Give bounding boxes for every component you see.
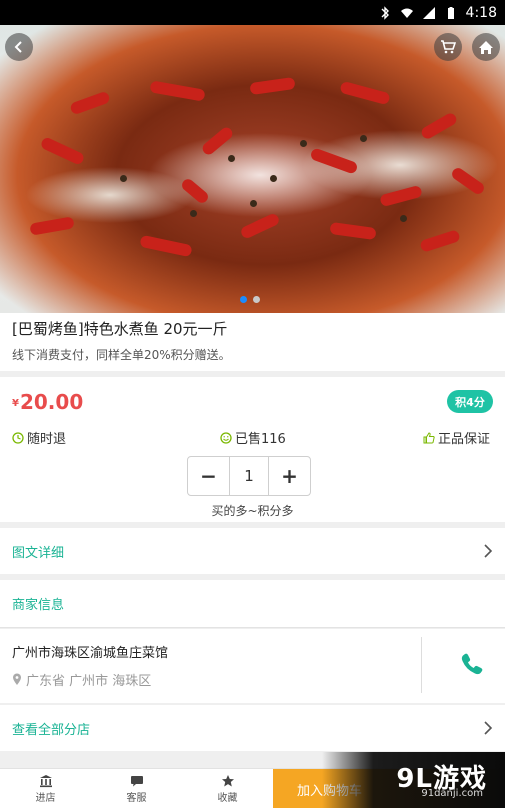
chat-icon bbox=[130, 775, 143, 786]
points-badge: 积4分 bbox=[447, 390, 493, 413]
cart-icon bbox=[441, 40, 456, 54]
smile-icon bbox=[220, 431, 232, 444]
home-icon bbox=[479, 40, 493, 54]
battery-icon bbox=[447, 6, 454, 19]
increase-button[interactable]: + bbox=[269, 457, 310, 495]
back-button[interactable] bbox=[5, 33, 33, 61]
wifi-icon bbox=[400, 8, 413, 18]
quantity-hint: 买的多~积分多 bbox=[211, 504, 294, 518]
cart-button[interactable] bbox=[434, 33, 462, 61]
feature-sold: 已售116 bbox=[220, 428, 286, 447]
currency-symbol: ¥ bbox=[12, 398, 19, 409]
all-branches-label: 查看全部分店 bbox=[12, 722, 91, 738]
clock-icon bbox=[12, 431, 24, 444]
feature-sold-label: 已售116 bbox=[235, 432, 286, 447]
status-bar: 4:18 bbox=[0, 0, 505, 25]
pager-dot-active[interactable] bbox=[240, 296, 247, 303]
quantity-stepper[interactable]: − 1 + bbox=[187, 456, 311, 496]
signal-icon bbox=[422, 6, 435, 19]
product-price: ¥20.00 bbox=[12, 390, 83, 414]
star-icon bbox=[221, 774, 234, 786]
thumbs-up-icon bbox=[423, 431, 435, 443]
location-pin-icon bbox=[13, 673, 21, 685]
chevron-left-icon bbox=[14, 41, 22, 53]
detail-link-label: 图文详细 bbox=[12, 545, 65, 561]
tab-store-label: 进店 bbox=[35, 792, 56, 804]
feature-refund: 随时退 bbox=[12, 428, 66, 447]
merchant-name: 广州市海珠区渝城鱼庄菜馆 bbox=[12, 646, 169, 661]
merchant-info-label: 商家信息 bbox=[12, 598, 65, 613]
merchant-address: 广东省 广州市 海珠区 bbox=[12, 670, 151, 689]
tab-customer-service[interactable]: 客服 bbox=[91, 769, 182, 808]
quantity-value[interactable]: 1 bbox=[229, 457, 269, 495]
status-time: 4:18 bbox=[465, 4, 497, 21]
watermark-url: 91danji.com bbox=[421, 788, 483, 799]
tab-store[interactable]: 进店 bbox=[0, 769, 91, 808]
home-button[interactable] bbox=[472, 33, 500, 61]
feature-refund-label: 随时退 bbox=[27, 432, 67, 447]
all-branches-link[interactable]: 查看全部分店 bbox=[0, 705, 505, 751]
bank-icon bbox=[39, 774, 52, 787]
chevron-right-icon bbox=[484, 721, 493, 735]
tab-favorite-label: 收藏 bbox=[217, 792, 238, 804]
merchant-address-text: 广东省 广州市 海珠区 bbox=[26, 674, 152, 689]
feature-genuine: 正品保证 bbox=[423, 428, 490, 447]
divider bbox=[421, 637, 422, 693]
product-subtitle: 线下消费支付，同样全单20%积分赠送。 bbox=[12, 348, 231, 362]
merchant-info-header: 商家信息 bbox=[0, 580, 505, 628]
watermark: 9L游戏 91danji.com bbox=[322, 752, 505, 808]
bluetooth-icon bbox=[381, 5, 389, 20]
merchant-card bbox=[0, 629, 505, 703]
pager-dot[interactable] bbox=[253, 296, 260, 303]
tab-favorite[interactable]: 收藏 bbox=[182, 769, 273, 808]
chevron-right-icon bbox=[484, 544, 493, 558]
tab-customer-service-label: 客服 bbox=[126, 792, 147, 804]
product-title: [巴蜀烤鱼]特色水煮鱼 20元一斤 bbox=[12, 320, 228, 338]
product-image[interactable] bbox=[0, 25, 505, 313]
phone-icon[interactable] bbox=[459, 651, 485, 677]
image-pager[interactable] bbox=[240, 296, 260, 303]
feature-genuine-label: 正品保证 bbox=[438, 432, 491, 447]
price-value: 20.00 bbox=[19, 390, 84, 414]
image-text-detail-link[interactable]: 图文详细 bbox=[0, 528, 505, 574]
decrease-button[interactable]: − bbox=[188, 457, 229, 495]
